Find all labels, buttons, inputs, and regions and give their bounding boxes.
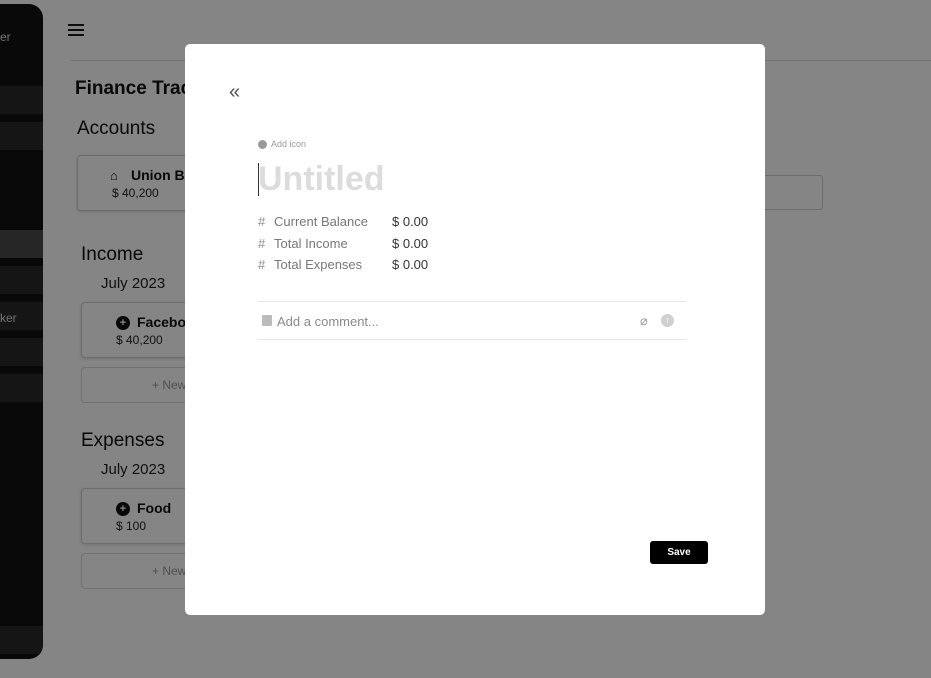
property-value[interactable]: $ 0.00 [392,257,428,272]
property-current-balance[interactable]: # Current Balance $ 0.00 [258,212,428,230]
paperclip-icon[interactable]: ⌀ [640,313,654,328]
new-account-modal: « Add icon # Current Balance $ 0.00 # To… [185,44,765,615]
send-icon[interactable]: ↑ [661,314,674,327]
property-value[interactable]: $ 0.00 [392,214,428,229]
property-name: Total Expenses [274,256,363,272]
add-icon-button[interactable]: Add icon [258,139,306,149]
comment-box: ⌀ ↑ [258,301,686,340]
text-caret [258,163,259,196]
property-value[interactable]: $ 0.00 [392,236,428,251]
avatar-icon [262,315,272,326]
number-icon: # [258,256,266,272]
number-icon: # [258,213,266,229]
save-button[interactable]: Save [650,541,708,564]
property-total-income[interactable]: # Total Income $ 0.00 [258,234,428,252]
property-name: Current Balance [274,213,368,229]
add-icon-label: Add icon [271,139,307,149]
property-name: Total Income [274,235,348,251]
number-icon: # [258,235,266,251]
smiley-icon [258,139,267,149]
comment-input[interactable] [277,311,637,331]
collapse-icon[interactable]: « [229,82,247,102]
property-total-expenses[interactable]: # Total Expenses $ 0.00 [258,255,428,273]
title-input[interactable] [258,161,688,197]
